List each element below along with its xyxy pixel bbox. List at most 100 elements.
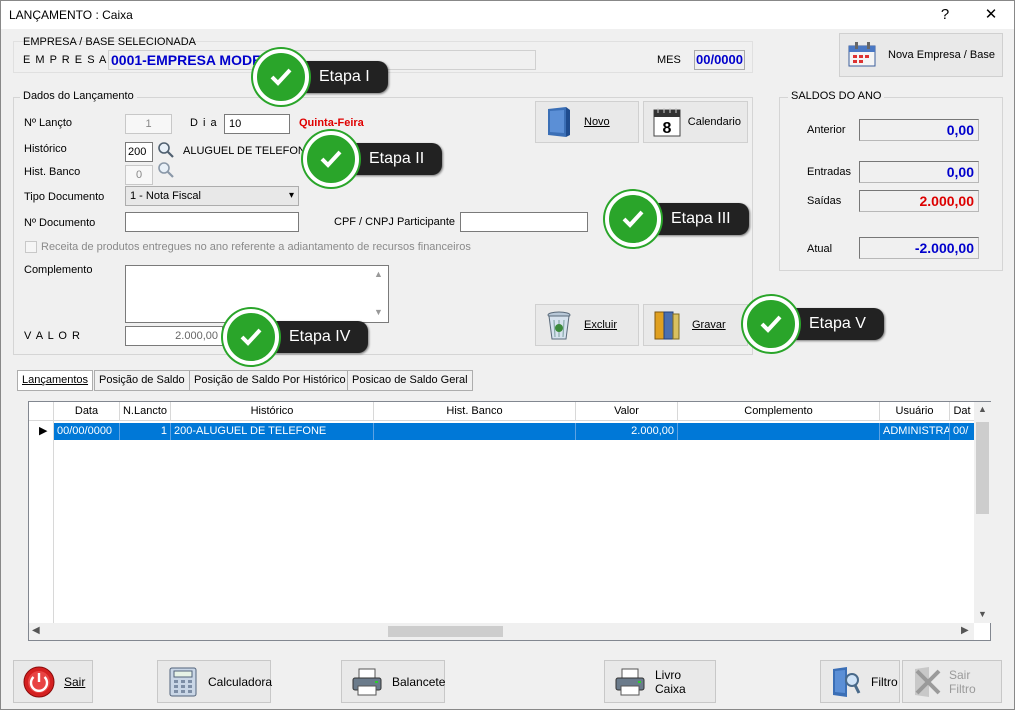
etapa-2-badge: Etapa II xyxy=(303,131,443,187)
gravar-label: Gravar xyxy=(692,319,726,331)
grid-indicator-header xyxy=(29,402,54,421)
col-complemento[interactable]: Complemento xyxy=(678,402,880,421)
etapa-5-badge: Etapa V xyxy=(743,296,884,352)
scroll-down-icon[interactable]: ▼ xyxy=(374,307,383,317)
nlancto-field[interactable]: 1 xyxy=(125,114,172,134)
printer-livro-icon xyxy=(613,665,647,699)
dia-field[interactable]: 10 xyxy=(224,114,290,134)
clear-filter-icon xyxy=(911,665,945,699)
vertical-scrollbar[interactable]: ▲ ▼ xyxy=(974,402,991,623)
col-hist-banco[interactable]: Hist. Banco xyxy=(374,402,576,421)
etapa-4-badge: Etapa IV xyxy=(223,309,369,365)
search-historico-icon[interactable] xyxy=(157,141,175,162)
nova-empresa-label: Nova Empresa / Base xyxy=(888,49,995,61)
cpf-field[interactable] xyxy=(460,212,588,232)
tab-posicao-saldo[interactable]: Posição de Saldo xyxy=(94,370,190,391)
receita-checkbox-label: Receita de produtos entregues no ano ref… xyxy=(41,241,471,253)
entradas-value: 0,00 xyxy=(859,161,979,183)
power-icon xyxy=(22,665,56,699)
search-hist-banco-icon[interactable] xyxy=(157,161,175,182)
col-usuario[interactable]: Usuário xyxy=(880,402,950,421)
lancamentos-grid[interactable]: Data N.Lancto Histórico Hist. Banco Valo… xyxy=(28,401,991,641)
cell-dat: 00/ xyxy=(953,425,969,437)
new-document-icon xyxy=(542,106,576,138)
livro-caixa-button[interactable]: Livro Caixa xyxy=(604,660,716,703)
empresa-section-label: EMPRESA / BASE SELECIONADA xyxy=(23,36,197,48)
tipo-doc-select[interactable]: 1 - Nota Fiscal ▾ xyxy=(125,186,299,206)
nlancto-label: Nº Lançto xyxy=(24,117,73,129)
empresa-label: E M P R E S A xyxy=(23,54,108,66)
col-nlancto[interactable]: N.Lancto xyxy=(120,402,171,421)
scroll-up-icon[interactable]: ▲ xyxy=(374,269,383,279)
horizontal-scrollbar[interactable]: ◀ ▶ xyxy=(29,623,974,640)
calculadora-button[interactable]: Calculadora xyxy=(157,660,272,703)
check-icon xyxy=(743,296,799,352)
cell-data: 00/00/0000 xyxy=(54,423,120,440)
saidas-value: 2.000,00 xyxy=(859,190,979,212)
excluir-button[interactable]: Excluir xyxy=(535,304,639,346)
atual-value: -2.000,00 xyxy=(859,237,979,259)
atual-label: Atual xyxy=(807,243,833,255)
filter-icon xyxy=(829,665,863,699)
cell-complemento xyxy=(678,423,880,440)
nova-empresa-button[interactable]: Nova Empresa / Base xyxy=(839,33,1003,77)
anterior-label: Anterior xyxy=(807,124,846,136)
filtro-button[interactable]: Filtro xyxy=(820,660,900,703)
main-window: LANÇAMENTO : Caixa ? ✕ EMPRESA / BASE SE… xyxy=(0,0,1015,710)
close-button[interactable]: ✕ xyxy=(977,5,1005,25)
vertical-scroll-thumb[interactable] xyxy=(976,422,989,514)
horizontal-scroll-thumb[interactable] xyxy=(388,626,503,637)
sair-filtro-button[interactable]: Sair Filtro xyxy=(902,660,1002,703)
scroll-right-arrow-icon[interactable]: ▶ xyxy=(961,625,969,636)
mes-label: MES xyxy=(657,54,681,66)
cell-usuario: ADMINISTRA xyxy=(880,423,950,440)
calendario-label: Calendario xyxy=(687,116,741,128)
livro-caixa-label: Livro Caixa xyxy=(655,667,686,696)
chevron-down-icon: ▾ xyxy=(288,190,294,201)
calendario-button[interactable]: 8 Calendario xyxy=(643,101,748,143)
sair-button[interactable]: Sair xyxy=(13,660,93,703)
valor-field[interactable]: 2.000,00 xyxy=(125,326,223,346)
tab-posicao-saldo-label: Posição de Saldo xyxy=(99,374,185,386)
saidas-label: Saídas xyxy=(807,195,842,207)
col-valor[interactable]: Valor xyxy=(576,402,678,421)
scroll-down-arrow-icon[interactable]: ▼ xyxy=(978,609,987,619)
scroll-up-arrow-icon[interactable]: ▲ xyxy=(978,404,987,414)
help-button[interactable]: ? xyxy=(931,5,959,25)
etapa-1-badge: Etapa I xyxy=(253,49,388,105)
novo-button[interactable]: Novo xyxy=(535,101,639,143)
balancete-button[interactable]: Balancete xyxy=(341,660,445,703)
dia-label: D i a xyxy=(190,117,218,129)
saldos-legend: SALDOS DO ANO xyxy=(788,90,885,102)
weekday-label: Quinta-Feira xyxy=(299,117,364,129)
col-data[interactable]: Data xyxy=(54,402,120,421)
scroll-left-arrow-icon[interactable]: ◀ xyxy=(32,625,40,636)
tab-lancamentos[interactable]: Lançamentos xyxy=(17,370,94,391)
historico-label: Histórico xyxy=(24,143,67,155)
ndoc-label: Nº Documento xyxy=(24,217,96,229)
tab-posicao-saldo-historico[interactable]: Posição de Saldo Por Histórico xyxy=(189,370,351,391)
row-indicator-column xyxy=(29,421,54,640)
sair-filtro-label: Sair Filtro xyxy=(949,667,976,696)
ndoc-field[interactable] xyxy=(125,212,299,232)
entradas-label: Entradas xyxy=(807,166,852,178)
gravar-button[interactable]: Gravar xyxy=(643,304,748,346)
hist-banco-field[interactable]: 0 xyxy=(125,165,153,185)
receita-checkbox[interactable] xyxy=(25,241,37,253)
check-icon xyxy=(253,49,309,105)
printer-icon xyxy=(350,665,384,699)
col-dat[interactable]: Dat xyxy=(950,402,974,421)
check-icon xyxy=(303,131,359,187)
historico-code-field[interactable]: 200 xyxy=(125,142,153,162)
col-historico[interactable]: Histórico xyxy=(171,402,374,421)
historico-desc: ALUGUEL DE TELEFONE xyxy=(183,145,314,157)
sair-label: Sair xyxy=(64,674,86,689)
etapa-3-badge: Etapa III xyxy=(605,191,749,247)
grid-header: Data N.Lancto Histórico Hist. Banco Valo… xyxy=(29,402,974,421)
calendar-company-icon xyxy=(846,39,880,71)
filtro-label: Filtro xyxy=(871,674,898,689)
tab-posicao-saldo-geral[interactable]: Posicao de Saldo Geral xyxy=(347,370,473,391)
table-row[interactable]: 00/00/0000 1 200-ALUGUEL DE TELEFONE 2.0… xyxy=(54,423,974,440)
window-title: LANÇAMENTO : Caixa xyxy=(9,8,133,22)
save-binder-icon xyxy=(650,309,684,341)
